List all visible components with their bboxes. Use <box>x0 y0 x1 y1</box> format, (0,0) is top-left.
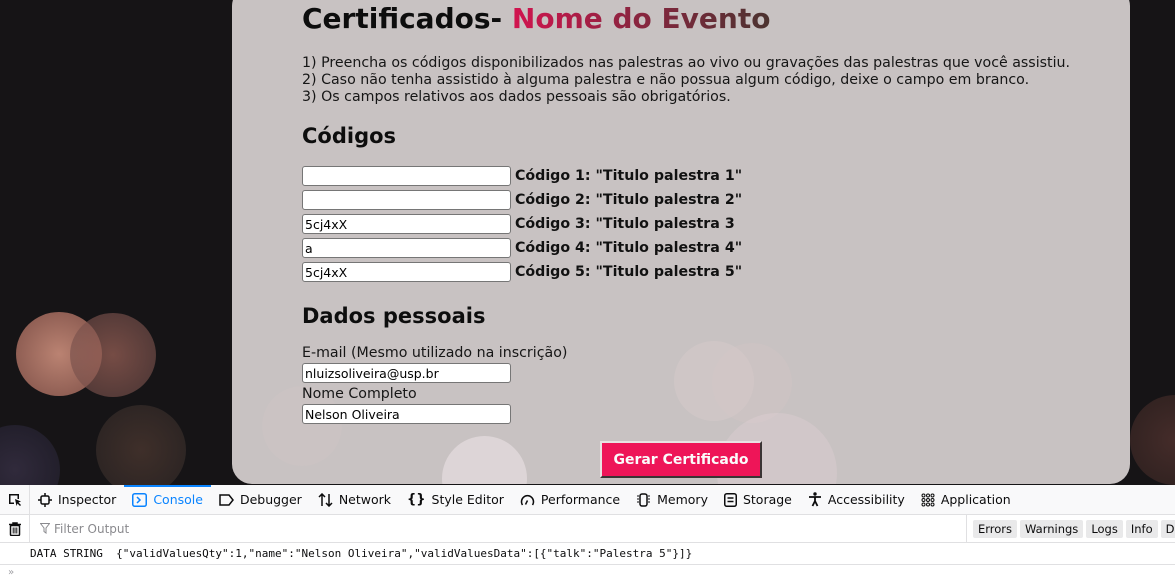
element-picker-button[interactable] <box>0 484 30 515</box>
event-name: Nome do Evento <box>511 2 771 35</box>
tab-label: Style Editor <box>431 492 504 507</box>
accessibility-icon <box>808 492 822 507</box>
full-name-label: Nome Completo <box>302 386 417 402</box>
background-bokeh <box>442 436 527 484</box>
element-picker-icon <box>8 493 21 506</box>
console-filter-bar: Filter Output Errors Warnings Logs Info … <box>0 514 1175 543</box>
instruction-line: 1) Preencha os códigos disponibilizados … <box>302 55 1071 71</box>
inspector-icon <box>38 492 52 507</box>
devtools-toolbar: Inspector Console Debugger Network {} St… <box>0 484 1175 515</box>
code-row-2: Código 2: "Titulo palestra 2" <box>302 190 742 210</box>
title-prefix: Certificados- <box>302 2 503 35</box>
tab-application[interactable]: Application <box>913 485 1019 515</box>
style-editor-icon: {} <box>407 492 426 507</box>
tab-label: Memory <box>657 492 708 507</box>
instruction-line: 3) Os campos relativos aos dados pessoai… <box>302 89 731 105</box>
console-icon <box>132 492 148 507</box>
tab-network[interactable]: Network <box>310 485 399 515</box>
code-5-label: Código 5: "Titulo palestra 5" <box>515 264 743 280</box>
tab-label: Console <box>153 492 203 507</box>
background-bokeh <box>96 405 186 485</box>
code-row-3: Código 3: "Titulo palestra 3 <box>302 214 735 234</box>
code-3-input[interactable] <box>302 214 511 234</box>
tab-label: Network <box>338 492 392 507</box>
tab-label: Debugger <box>239 492 302 507</box>
console-log-message: DATA STRING {"validValuesQty":1,"name":"… <box>0 543 1175 565</box>
email-label: E-mail (Mesmo utilizado na inscrição) <box>302 345 568 361</box>
code-4-label: Código 4: "Titulo palestra 4" <box>515 240 743 256</box>
filter-output-input[interactable]: Filter Output <box>40 522 129 536</box>
generate-certificate-button[interactable]: Gerar Certificado <box>600 441 762 478</box>
storage-icon <box>723 492 737 507</box>
filter-errors-button[interactable]: Errors <box>973 520 1018 538</box>
page-title: Certificados- Nome do Evento <box>302 2 770 35</box>
tab-accessibility[interactable]: Accessibility <box>800 485 913 515</box>
personal-data-section-title: Dados pessoais <box>302 304 486 328</box>
tab-storage[interactable]: Storage <box>716 485 800 515</box>
email-field[interactable] <box>302 363 511 383</box>
background-bokeh <box>1130 395 1175 485</box>
full-name-field[interactable] <box>302 404 511 424</box>
application-icon <box>921 493 935 507</box>
code-row-4: Código 4: "Titulo palestra 4" <box>302 238 742 258</box>
certificate-form-card: Certificados- Nome do Evento 1) Preencha… <box>232 0 1130 484</box>
devtools-panel: Inspector Console Debugger Network {} St… <box>0 484 1175 576</box>
filter-logs-button[interactable]: Logs <box>1086 520 1123 538</box>
codes-section-title: Códigos <box>302 124 397 148</box>
filter-debug-button[interactable]: Deb <box>1160 520 1175 538</box>
tab-label: Application <box>940 492 1011 507</box>
tab-label: Accessibility <box>827 492 905 507</box>
page-viewport: Certificados- Nome do Evento 1) Preencha… <box>0 0 1175 485</box>
tab-console[interactable]: Console <box>124 484 211 515</box>
log-level-filters: Errors Warnings Logs Info Deb <box>966 515 1175 543</box>
performance-icon <box>520 493 535 507</box>
trash-icon <box>8 521 21 536</box>
background-bokeh <box>70 313 156 397</box>
tab-style-editor[interactable]: {} Style Editor <box>399 485 512 515</box>
filter-info-button[interactable]: Info <box>1125 520 1158 538</box>
background-bokeh <box>712 343 792 423</box>
console-input-prompt[interactable]: » <box>8 567 14 576</box>
network-icon <box>318 492 333 507</box>
code-1-input[interactable] <box>302 166 511 186</box>
code-5-input[interactable] <box>302 262 511 282</box>
code-row-1: Código 1: "Titulo palestra 1" <box>302 166 742 186</box>
tab-label: Storage <box>742 492 792 507</box>
code-2-input[interactable] <box>302 190 511 210</box>
instruction-line: 2) Caso não tenha assistido à alguma pal… <box>302 72 1030 88</box>
tab-inspector[interactable]: Inspector <box>30 485 124 515</box>
tab-label: Inspector <box>58 492 117 507</box>
clear-console-button[interactable] <box>0 514 30 543</box>
code-row-5: Código 5: "Titulo palestra 5" <box>302 262 742 282</box>
code-3-label: Código 3: "Titulo palestra 3 <box>515 216 735 232</box>
filter-icon <box>40 523 50 534</box>
tab-memory[interactable]: Memory <box>628 485 716 515</box>
instructions: 1) Preencha os códigos disponibilizados … <box>302 55 1070 106</box>
debugger-icon <box>219 493 234 506</box>
tab-debugger[interactable]: Debugger <box>211 485 310 515</box>
tab-performance[interactable]: Performance <box>512 485 628 515</box>
background-bokeh <box>0 425 60 485</box>
tab-label: Performance <box>540 492 621 507</box>
code-2-label: Código 2: "Titulo palestra 2" <box>515 192 743 208</box>
code-1-label: Código 1: "Titulo palestra 1" <box>515 168 743 184</box>
filter-placeholder: Filter Output <box>54 521 130 536</box>
memory-icon <box>636 492 651 507</box>
code-4-input[interactable] <box>302 238 511 258</box>
filter-warnings-button[interactable]: Warnings <box>1020 520 1084 538</box>
